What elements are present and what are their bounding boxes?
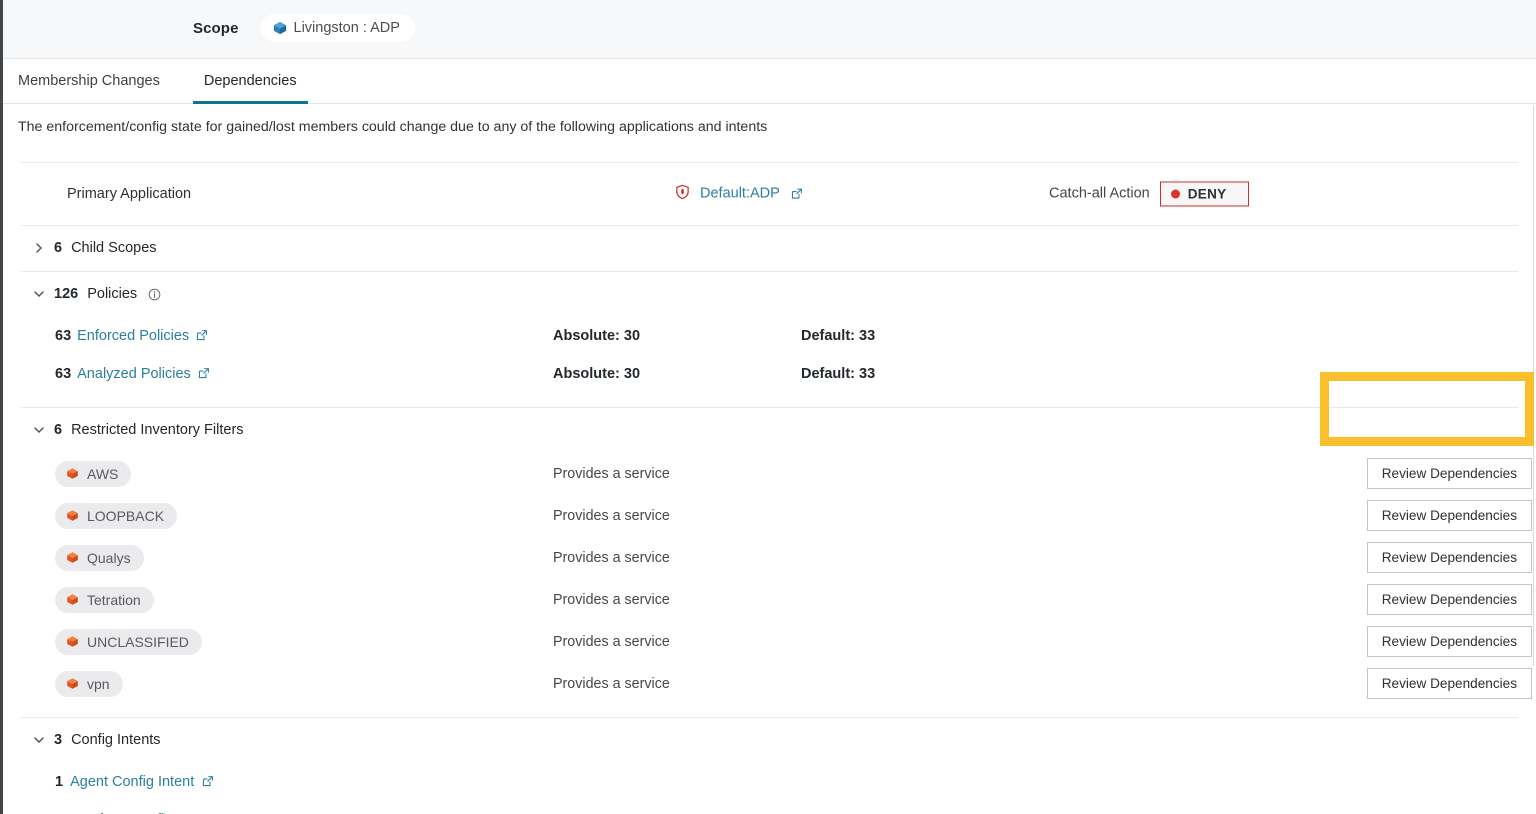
review-dependencies-button[interactable]: Review Dependencies	[1366, 458, 1532, 490]
external-link-icon[interactable]	[790, 187, 803, 200]
config-intent-row: 1Interface Config Intent	[3, 801, 1536, 814]
intro-text: The enforcement/config state for gained/…	[18, 119, 768, 135]
group-policies[interactable]: 126 Policies	[3, 272, 1536, 317]
config-intent-row: 1 Agent Config Intent	[3, 763, 1536, 801]
group-child-scopes[interactable]: 6 Child Scopes	[3, 226, 1536, 271]
inventory-filters-count: 6	[54, 422, 63, 439]
external-link-icon[interactable]	[195, 329, 208, 342]
inventory-filter-chip[interactable]: UNCLASSIFIED	[55, 628, 202, 655]
review-dependencies-button[interactable]: Review Dependencies	[1366, 542, 1532, 574]
config-intents-label: Config Intents	[71, 732, 161, 749]
dependencies-content: The enforcement/config state for gained/…	[3, 105, 1536, 814]
inventory-filter-chip[interactable]: vpn	[55, 670, 123, 697]
group-restricted-inventory-filters[interactable]: 6 Restricted Inventory Filters	[3, 408, 1536, 453]
review-dependencies-button[interactable]: Review Dependencies	[1366, 500, 1532, 532]
chevron-right-icon	[33, 242, 45, 254]
inventory-filter-row: AWS Provides a service Review Dependencies	[3, 453, 1536, 495]
enforced-policies-link[interactable]: Enforced Policies	[77, 328, 189, 344]
inventory-filter-chip-label: LOOPBACK	[87, 507, 165, 524]
blue-cube-icon	[273, 21, 287, 35]
scope-pill-label: Livingston : ADP	[293, 20, 400, 36]
orange-cube-icon	[66, 677, 80, 691]
chevron-down-icon	[33, 424, 45, 436]
catch-all-action-value: DENY	[1187, 186, 1227, 202]
inventory-filter-row: LOOPBACK Provides a service Review Depende…	[3, 495, 1536, 537]
inventory-filter-row: UNCLASSIFIED Provides a service Review Dep…	[3, 621, 1536, 663]
config-intents-count: 3	[54, 732, 63, 749]
inventory-filter-row: Qualys Provides a service Review Dependenc…	[3, 537, 1536, 579]
scope-pill[interactable]: Livingston : ADP	[260, 14, 415, 42]
primary-application-row: Primary Application Default:ADP Catch-al…	[3, 163, 1536, 225]
inventory-filter-list: AWS Provides a service Review Dependencies…	[3, 453, 1536, 705]
inventory-filter-chip[interactable]: Tetration	[55, 586, 154, 613]
inventory-filter-chip-label: AWS	[87, 465, 119, 482]
tab-bar: Membership Changes Dependencies	[3, 59, 1536, 104]
config-intent-list: 1 Agent Config Intent 1Interface Config In…	[3, 763, 1536, 814]
orange-cube-icon	[66, 509, 80, 523]
tab-dependencies[interactable]: Dependencies	[182, 59, 319, 104]
info-circle-icon[interactable]	[148, 288, 161, 301]
orange-cube-icon	[66, 551, 80, 565]
policy-row-enforced: 63 Enforced Policies Absolute: 30 Defaul…	[3, 317, 1536, 355]
inventory-filter-chip[interactable]: LOOPBACK	[55, 502, 178, 529]
inventory-filter-chip-label: UNCLASSIFIED	[87, 633, 189, 650]
chevron-down-icon	[33, 288, 45, 300]
review-dependencies-button[interactable]: Review Dependencies	[1366, 668, 1532, 700]
inventory-filter-service: Provides a service	[553, 633, 670, 650]
scope-selector-row: Scope Livingston : ADP	[193, 14, 415, 42]
analyzed-policies-absolute: Absolute: 30	[553, 365, 641, 382]
catch-all-action-group: Catch-all Action DENY	[1049, 181, 1250, 207]
red-shield-icon	[675, 184, 690, 203]
child-scopes-label: Child Scopes	[71, 240, 157, 257]
policies-count: 126	[54, 286, 79, 303]
scope-label: Scope	[193, 19, 239, 37]
group-config-intents[interactable]: 3 Config Intents	[3, 718, 1536, 763]
catch-all-action-label: Catch-all Action	[1049, 185, 1150, 202]
inventory-filter-chip-label: vpn	[87, 675, 110, 692]
tab-membership-changes-label: Membership Changes	[18, 73, 160, 89]
inventory-filter-row: vpn Provides a service Review Dependencies	[3, 663, 1536, 705]
inventory-filter-chip[interactable]: Qualys	[55, 544, 144, 571]
inventory-filters-label: Restricted Inventory Filters	[71, 422, 244, 439]
enforced-policies-default: Default: 33	[801, 327, 876, 344]
tab-dependencies-label: Dependencies	[203, 73, 297, 89]
config-intent-count: 1	[55, 773, 64, 790]
analyzed-policies-link[interactable]: Analyzed Policies	[77, 366, 191, 382]
page-header: Scope Livingston : ADP	[3, 0, 1536, 59]
inventory-filter-service: Provides a service	[553, 507, 670, 524]
enforced-policies-count: 63	[55, 327, 72, 344]
status-badge: DENY	[1159, 181, 1250, 207]
chevron-down-icon	[33, 734, 45, 746]
inventory-filter-row: Tetration Provides a service Review Depend…	[3, 579, 1536, 621]
orange-cube-icon	[66, 467, 80, 481]
inventory-filter-service: Provides a service	[553, 591, 670, 608]
enforced-policies-absolute: Absolute: 30	[553, 327, 641, 344]
default-application-link[interactable]: Default:ADP	[700, 186, 780, 202]
orange-cube-icon	[66, 635, 80, 649]
policies-label: Policies	[87, 286, 138, 303]
policy-row-analyzed: 63 Analyzed Policies Absolute: 30 Defaul…	[3, 355, 1536, 393]
default-application-group: Default:ADP	[675, 184, 803, 203]
external-link-icon[interactable]	[201, 775, 214, 788]
child-scopes-count: 6	[54, 240, 63, 257]
inventory-filter-service: Provides a service	[553, 675, 670, 692]
analyzed-policies-count: 63	[55, 365, 72, 382]
external-link-icon[interactable]	[197, 367, 210, 380]
orange-cube-icon	[66, 593, 80, 607]
inventory-filter-chip[interactable]: AWS	[55, 460, 132, 487]
inventory-filter-chip-label: Qualys	[87, 549, 131, 566]
deny-dot-icon	[1170, 189, 1180, 199]
analyzed-policies-default: Default: 33	[801, 365, 876, 382]
primary-application-label: Primary Application	[67, 185, 192, 202]
tab-membership-changes[interactable]: Membership Changes	[3, 59, 182, 103]
vertical-scrollbar[interactable]	[1533, 106, 1534, 666]
review-dependencies-button[interactable]: Review Dependencies	[1366, 626, 1532, 658]
config-intent-link[interactable]: Agent Config Intent	[70, 774, 194, 790]
dependencies-page: Scope Livingston : ADP Membership Change…	[0, 0, 1536, 814]
inventory-filter-service: Provides a service	[553, 465, 670, 482]
inventory-filter-service: Provides a service	[553, 549, 670, 566]
inventory-filter-chip-label: Tetration	[87, 591, 141, 608]
review-dependencies-button[interactable]: Review Dependencies	[1366, 584, 1532, 616]
